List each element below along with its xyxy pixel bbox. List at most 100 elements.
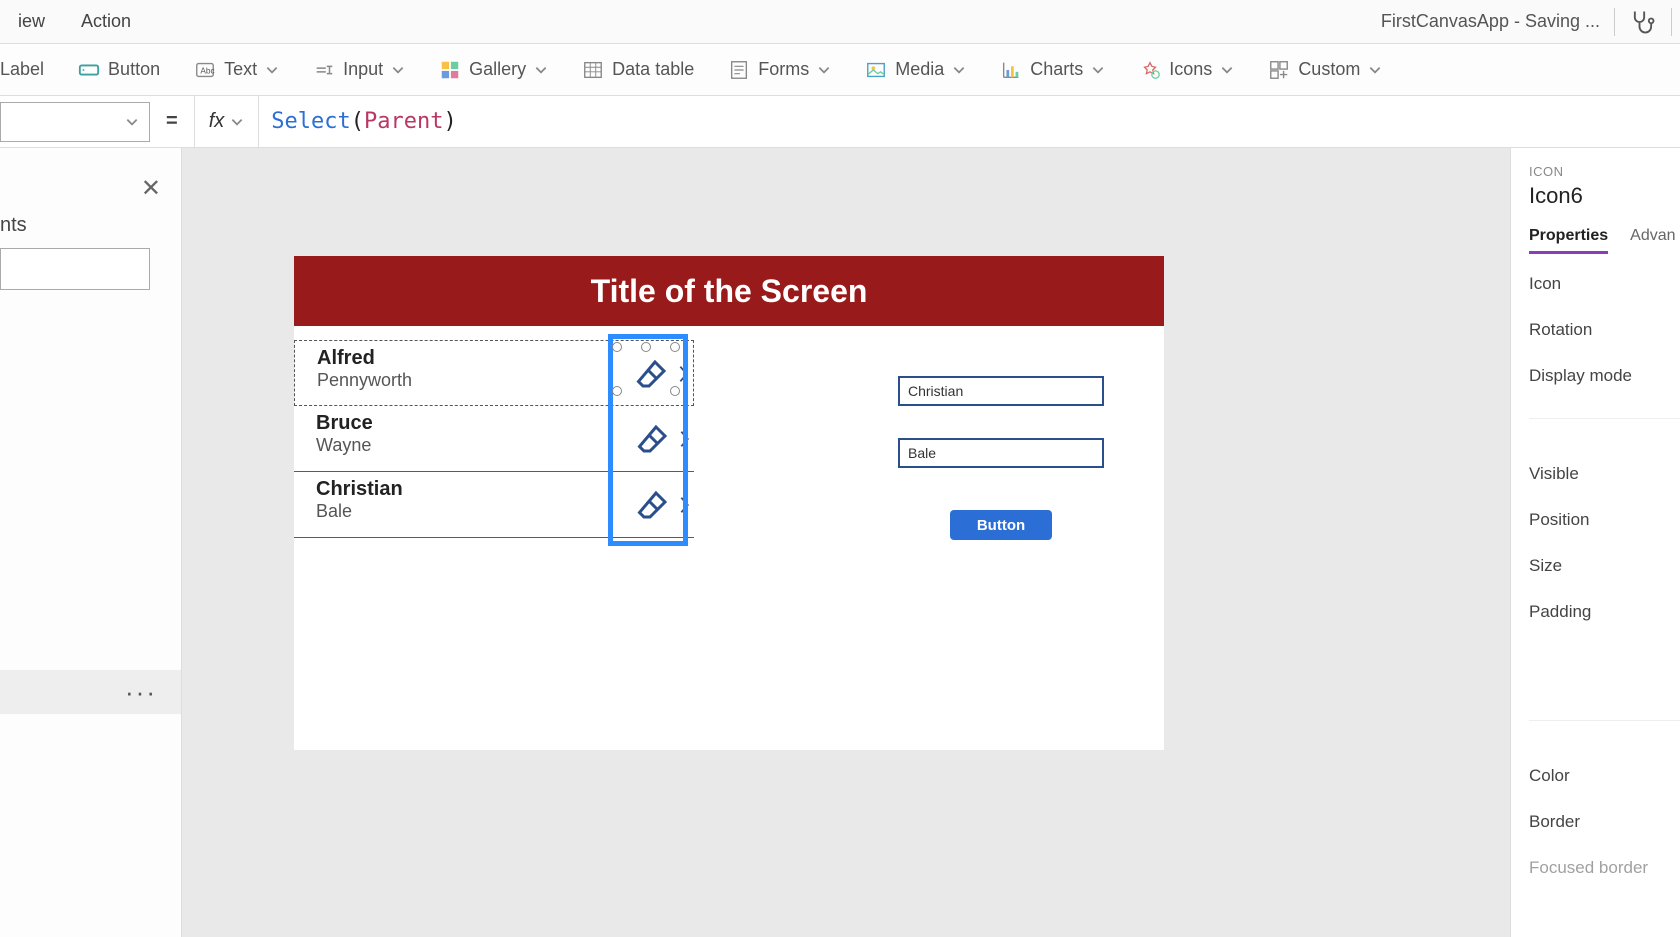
formula-fn: Select (271, 109, 350, 134)
gallery-item-title: Bruce (316, 412, 682, 435)
prop-display-mode[interactable]: Display mode (1529, 366, 1680, 386)
custom-icon (1268, 59, 1290, 81)
properties-panel: ICON Icon6 Properties Advan Icon Rotatio… (1510, 148, 1680, 937)
prop-icon[interactable]: Icon (1529, 274, 1680, 294)
app-screen: Title of the Screen Alfred Pennyworth Br… (294, 256, 1164, 750)
chevron-down-icon (817, 63, 831, 77)
chevron-down-icon (952, 63, 966, 77)
ribbon-forms-text: Forms (758, 59, 809, 80)
ribbon-media[interactable]: Media (865, 59, 966, 81)
ribbon-text[interactable]: Abc Text (194, 59, 279, 81)
prop-color[interactable]: Color (1529, 766, 1680, 786)
ribbon-text-text: Text (224, 59, 257, 80)
panel-label-fragment: nts (0, 214, 27, 237)
ribbon-datatable-text: Data table (612, 59, 694, 80)
gallery-icon (439, 59, 461, 81)
insert-ribbon: Label Button Abc Text Input Gallery Data… (0, 44, 1680, 96)
formula-input[interactable]: Select(Parent) (259, 109, 1680, 134)
gallery-control[interactable]: Alfred Pennyworth Bruce Wayne Ch (294, 340, 694, 538)
ribbon-button-text: Button (108, 59, 160, 80)
element-type-label: ICON (1529, 164, 1680, 179)
gallery-item-title: Christian (316, 478, 682, 501)
gallery-row[interactable]: Christian Bale (294, 472, 694, 538)
ribbon-icons[interactable]: Icons (1139, 59, 1234, 81)
panel-tabs: Properties Advan (1529, 227, 1680, 254)
search-input[interactable] (0, 248, 150, 290)
chevron-down-icon (125, 115, 139, 129)
separator (1671, 8, 1672, 36)
ribbon-input[interactable]: Input (313, 59, 405, 81)
ribbon-custom-text: Custom (1298, 59, 1360, 80)
chevron-right-icon[interactable] (678, 428, 692, 450)
ribbon-gallery-text: Gallery (469, 59, 526, 80)
chevron-down-icon (265, 63, 279, 77)
prop-padding[interactable]: Padding (1529, 602, 1680, 622)
chevron-down-icon (534, 63, 548, 77)
property-selector[interactable] (0, 102, 150, 142)
eraser-icon[interactable] (629, 351, 675, 397)
ribbon-datatable[interactable]: Data table (582, 59, 694, 81)
chevron-down-icon (391, 63, 405, 77)
text-icon: Abc (194, 59, 216, 81)
fx-button[interactable]: fx (194, 96, 260, 147)
gallery-row[interactable]: Bruce Wayne (294, 406, 694, 472)
formula-bar: = fx Select(Parent) (0, 96, 1680, 148)
element-name: Icon6 (1529, 183, 1680, 209)
ribbon-input-text: Input (343, 59, 383, 80)
equals-sign: = (150, 110, 194, 133)
ribbon-button[interactable]: Button (78, 59, 160, 81)
ribbon-custom[interactable]: Custom (1268, 59, 1382, 81)
chevron-down-icon (230, 115, 244, 129)
app-title: FirstCanvasApp - Saving ... (1381, 11, 1600, 32)
prop-position[interactable]: Position (1529, 510, 1680, 530)
menu-view[interactable]: iew (0, 11, 63, 32)
ribbon-media-text: Media (895, 59, 944, 80)
prop-visible[interactable]: Visible (1529, 464, 1680, 484)
tree-item-more[interactable]: ··· (0, 670, 181, 714)
gallery-item-title: Alfred (317, 347, 681, 370)
ribbon-gallery[interactable]: Gallery (439, 59, 548, 81)
ribbon-label[interactable]: Label (0, 59, 44, 80)
tree-view-panel: ✕ nts ··· (0, 148, 182, 937)
text-input-firstname[interactable]: Christian (898, 376, 1104, 406)
screen-title: Title of the Screen (294, 256, 1164, 326)
tab-advanced[interactable]: Advan (1630, 227, 1675, 254)
chevron-down-icon (1091, 63, 1105, 77)
button-icon (78, 59, 100, 81)
eraser-icon[interactable] (630, 482, 676, 528)
menu-action[interactable]: Action (63, 11, 149, 32)
gallery-item-subtitle: Wayne (316, 435, 682, 456)
eraser-icon[interactable] (630, 416, 676, 462)
ribbon-charts[interactable]: Charts (1000, 59, 1105, 81)
ribbon-forms[interactable]: Forms (728, 59, 831, 81)
formula-arg: Parent (364, 109, 443, 134)
gallery-item-subtitle: Pennyworth (317, 370, 681, 391)
gallery-item-subtitle: Bale (316, 501, 682, 522)
icons-icon (1139, 59, 1161, 81)
canvas-area[interactable]: Title of the Screen Alfred Pennyworth Br… (182, 148, 1510, 937)
chevron-right-icon[interactable] (677, 363, 691, 385)
separator (1614, 8, 1615, 36)
prop-focused-border[interactable]: Focused border (1529, 858, 1680, 878)
top-menu-bar: iew Action FirstCanvasApp - Saving ... (0, 0, 1680, 44)
tab-properties[interactable]: Properties (1529, 227, 1608, 254)
prop-border[interactable]: Border (1529, 812, 1680, 832)
properties-list: Icon Rotation Display mode Visible Posit… (1529, 274, 1680, 878)
ribbon-label-text: Label (0, 59, 44, 80)
datatable-icon (582, 59, 604, 81)
forms-icon (728, 59, 750, 81)
svg-text:Abc: Abc (201, 66, 215, 75)
title-area: FirstCanvasApp - Saving ... (1381, 8, 1680, 36)
text-input-lastname[interactable]: Bale (898, 438, 1104, 468)
app-checker-icon[interactable] (1629, 8, 1657, 36)
submit-button[interactable]: Button (950, 510, 1052, 540)
prop-size[interactable]: Size (1529, 556, 1680, 576)
prop-rotation[interactable]: Rotation (1529, 320, 1680, 340)
charts-icon (1000, 59, 1022, 81)
gallery-row[interactable]: Alfred Pennyworth (294, 340, 694, 406)
chevron-down-icon (1220, 63, 1234, 77)
main-area: ✕ nts ··· Title of the Screen Alfred Pen… (0, 148, 1680, 937)
close-icon[interactable]: ✕ (141, 174, 161, 203)
chevron-right-icon[interactable] (678, 494, 692, 516)
chevron-down-icon (1368, 63, 1382, 77)
